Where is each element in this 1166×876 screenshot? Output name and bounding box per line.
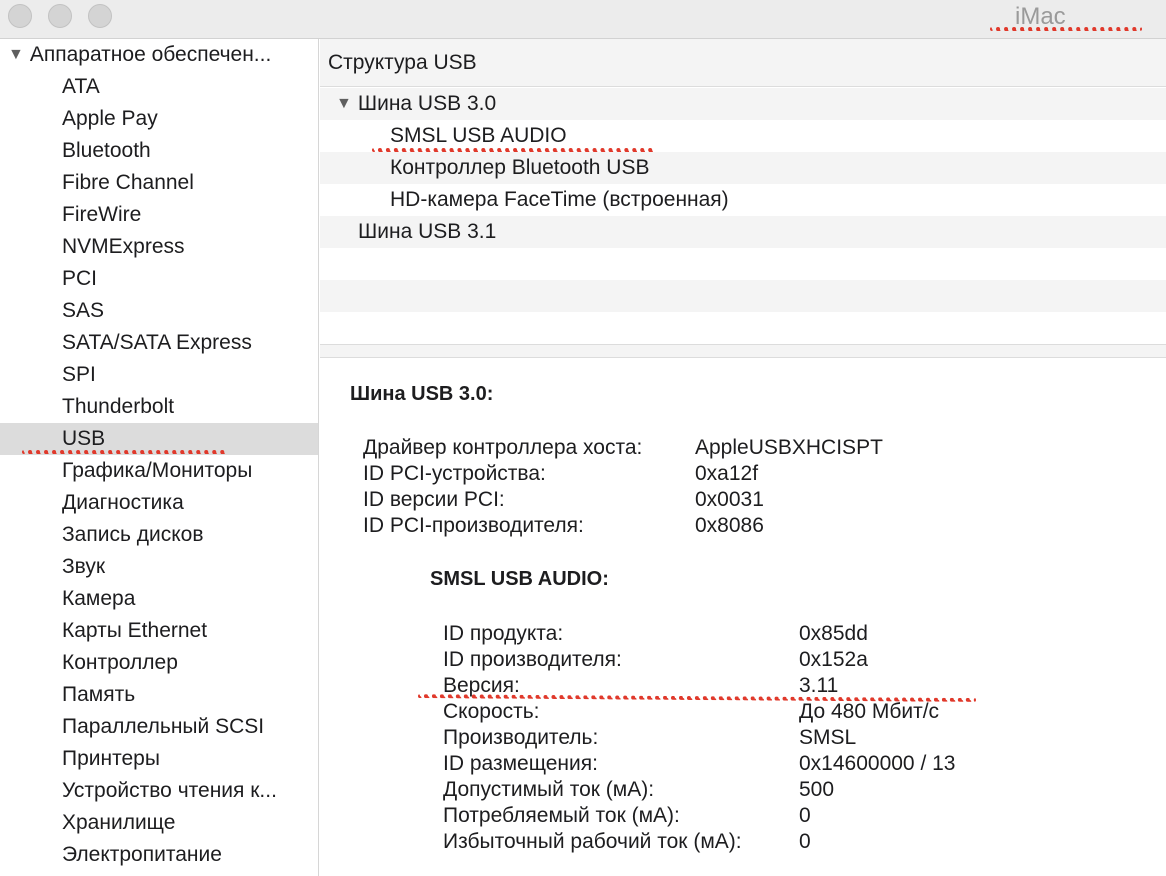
prop-value: 0x8086 <box>695 514 764 537</box>
prop-value: 0x152a <box>799 648 868 671</box>
sidebar-item-memory[interactable]: Память <box>0 679 318 711</box>
sidebar-root-hardware[interactable]: ▼ Аппаратное обеспечен... <box>8 43 271 67</box>
split-divider[interactable] <box>320 344 1166 358</box>
tree-row-usb-bus-3-1[interactable]: Шина USB 3.1 <box>320 216 1166 248</box>
prop-label: Производитель: <box>443 726 599 749</box>
sidebar-item-apple-pay[interactable]: Apple Pay <box>0 103 318 135</box>
sidebar-item-diagnostics[interactable]: Диагностика <box>0 487 318 519</box>
disclosure-triangle-icon[interactable]: ▼ <box>8 46 24 64</box>
prop-label: Допустимый ток (мА): <box>443 778 655 801</box>
sidebar-item-spi[interactable]: SPI <box>0 359 318 391</box>
zoom-window-button[interactable] <box>88 4 112 28</box>
tree-header: Структура USB <box>320 39 1166 87</box>
prop-label: ID PCI-производителя: <box>363 514 584 537</box>
sidebar-item-pci[interactable]: PCI <box>0 263 318 295</box>
annotation-underline <box>990 27 1142 31</box>
sidebar-item-card-reader[interactable]: Устройство чтения к... <box>0 775 318 807</box>
sidebar-item-thunderbolt[interactable]: Thunderbolt <box>0 391 318 423</box>
prop-label: Драйвер контроллера хоста: <box>363 436 643 459</box>
detail-panel: Шина USB 3.0: Драйвер контроллера хоста:… <box>320 358 1166 876</box>
prop-label: Избыточный рабочий ток (мА): <box>443 830 742 853</box>
sidebar-item-disc-burning[interactable]: Запись дисков <box>0 519 318 551</box>
bus-title: Шина USB 3.0: <box>350 383 494 405</box>
prop-label: ID производителя: <box>443 648 622 671</box>
sidebar-item-fibre-channel[interactable]: Fibre Channel <box>0 167 318 199</box>
sidebar-item-power[interactable]: Электропитание <box>0 839 318 871</box>
prop-value: 0x85dd <box>799 622 868 645</box>
sidebar: ▼ Аппаратное обеспечен... ATA Apple Pay B… <box>0 39 319 876</box>
sidebar-item-storage[interactable]: Хранилище <box>0 807 318 839</box>
tree-row-usb-bus-3-0[interactable]: ▼ Шина USB 3.0 <box>320 88 1166 120</box>
prop-label: ID продукта: <box>443 622 564 645</box>
prop-value: 500 <box>799 778 835 801</box>
minimize-window-button[interactable] <box>48 4 72 28</box>
tree-row-facetime-camera[interactable]: HD-камера FaceTime (встроенная) <box>320 184 1166 216</box>
sidebar-item-printers[interactable]: Принтеры <box>0 743 318 775</box>
tree-row-empty <box>320 280 1166 312</box>
sidebar-item-sata[interactable]: SATA/SATA Express <box>0 327 318 359</box>
device-title: SMSL USB AUDIO: <box>430 568 609 590</box>
sidebar-item-bluetooth[interactable]: Bluetooth <box>0 135 318 167</box>
sidebar-item-parallel-scsi[interactable]: Параллельный SCSI <box>0 711 318 743</box>
sidebar-item-controller[interactable]: Контроллер <box>0 647 318 679</box>
prop-value: До 480 Мбит/с <box>799 700 940 723</box>
title-bar: iMac <box>0 0 1166 39</box>
prop-value: 0x0031 <box>695 488 764 511</box>
tree-row-label: Шина USB 3.0 <box>357 92 497 115</box>
disclosure-triangle-icon[interactable]: ▼ <box>336 88 352 120</box>
tree-row-empty <box>320 248 1166 280</box>
sidebar-item-graphics-displays[interactable]: Графика/Мониторы <box>0 455 318 487</box>
sidebar-item-sas[interactable]: SAS <box>0 295 318 327</box>
usb-tree-panel: Структура USB ▼ Шина USB 3.0 SMSL USB AUD… <box>320 39 1166 344</box>
prop-label: ID размещения: <box>443 752 598 775</box>
tree-row-bluetooth-controller[interactable]: Контроллер Bluetooth USB <box>320 152 1166 184</box>
sidebar-root-label: Аппаратное обеспечен... <box>29 43 272 66</box>
annotation-underline <box>372 148 654 152</box>
prop-label: Скорость: <box>443 700 540 723</box>
annotation-underline <box>22 450 226 454</box>
prop-value: SMSL <box>799 726 857 749</box>
sidebar-item-camera[interactable]: Камера <box>0 583 318 615</box>
sidebar-item-audio[interactable]: Звук <box>0 551 318 583</box>
sidebar-item-nvmexpress[interactable]: NVMExpress <box>0 231 318 263</box>
sidebar-item-ata[interactable]: ATA <box>0 71 318 103</box>
prop-label: ID PCI-устройства: <box>363 462 546 485</box>
sidebar-item-ethernet-cards[interactable]: Карты Ethernet <box>0 615 318 647</box>
sidebar-item-firewire[interactable]: FireWire <box>0 199 318 231</box>
prop-value: 0xa12f <box>695 462 759 485</box>
prop-value: 0 <box>799 804 811 827</box>
prop-value: 0 <box>799 830 811 853</box>
prop-label: ID версии PCI: <box>363 488 505 511</box>
tree-row-empty <box>320 312 1166 344</box>
prop-label: Потребляемый ток (мА): <box>443 804 680 827</box>
prop-value: AppleUSBXHCISPT <box>695 436 883 459</box>
prop-value: 3.11 <box>799 674 839 697</box>
prop-value: 0x14600000 / 13 <box>799 752 956 775</box>
close-window-button[interactable] <box>8 4 32 28</box>
